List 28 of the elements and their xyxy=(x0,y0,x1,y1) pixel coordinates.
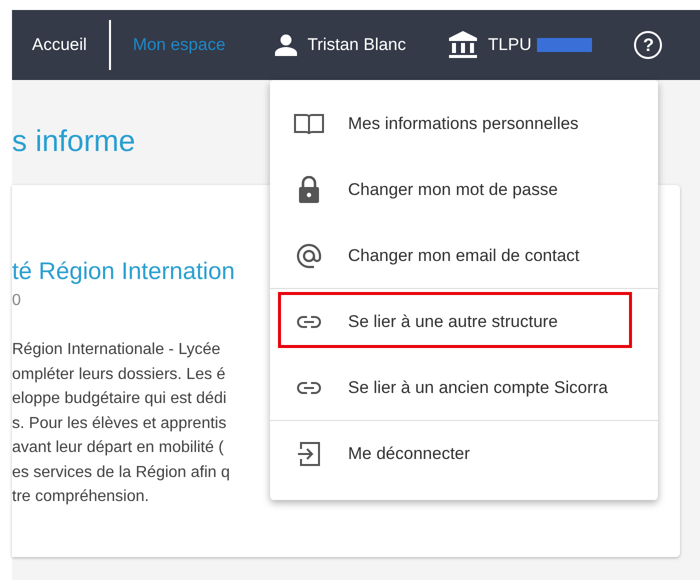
card-date: 0 xyxy=(12,291,21,311)
paragraph-line: eloppe budgétaire qui est dédi xyxy=(12,389,226,409)
menu-item[interactable]: Me déconnecter xyxy=(270,421,658,487)
menu-item[interactable]: Se lier à un ancien compte Sicorra xyxy=(270,355,658,421)
link-icon xyxy=(296,380,322,394)
help-button[interactable]: ? xyxy=(634,31,662,59)
menu-item[interactable]: Mes informations personnelles xyxy=(270,91,658,157)
paragraph-line: tre compréhension. xyxy=(12,487,149,507)
paragraph-line: ompléter leurs dossiers. Les é xyxy=(12,364,226,384)
paragraph-line: s. Pour les élèves et apprentis xyxy=(12,414,226,434)
paragraph-line: Région Internationale - Lycée xyxy=(12,340,220,360)
menu-item[interactable]: Changer mon email de contact xyxy=(270,223,658,289)
paragraph-line: es services de la Région afin q xyxy=(12,462,230,482)
section-heading: s informe xyxy=(12,124,136,160)
structure-code[interactable]: TLPU xyxy=(488,35,532,55)
link-icon xyxy=(296,315,322,329)
user-icon xyxy=(275,34,298,56)
logout-icon xyxy=(297,441,321,467)
book-icon xyxy=(294,113,324,135)
menu-item[interactable]: Se lier à une autre structure xyxy=(270,289,658,355)
lock-icon xyxy=(298,176,320,204)
menu-item[interactable]: Changer mon mot de passe xyxy=(270,157,658,223)
card-title: té Région Internation xyxy=(12,257,236,287)
paragraph-line: avant leur départ en mobilité ( xyxy=(12,438,224,458)
nav-link[interactable]: Accueil xyxy=(32,35,87,55)
at-sign-icon xyxy=(296,242,322,268)
bank-icon xyxy=(448,31,478,59)
user-name[interactable]: Tristan Blanc xyxy=(307,35,406,55)
